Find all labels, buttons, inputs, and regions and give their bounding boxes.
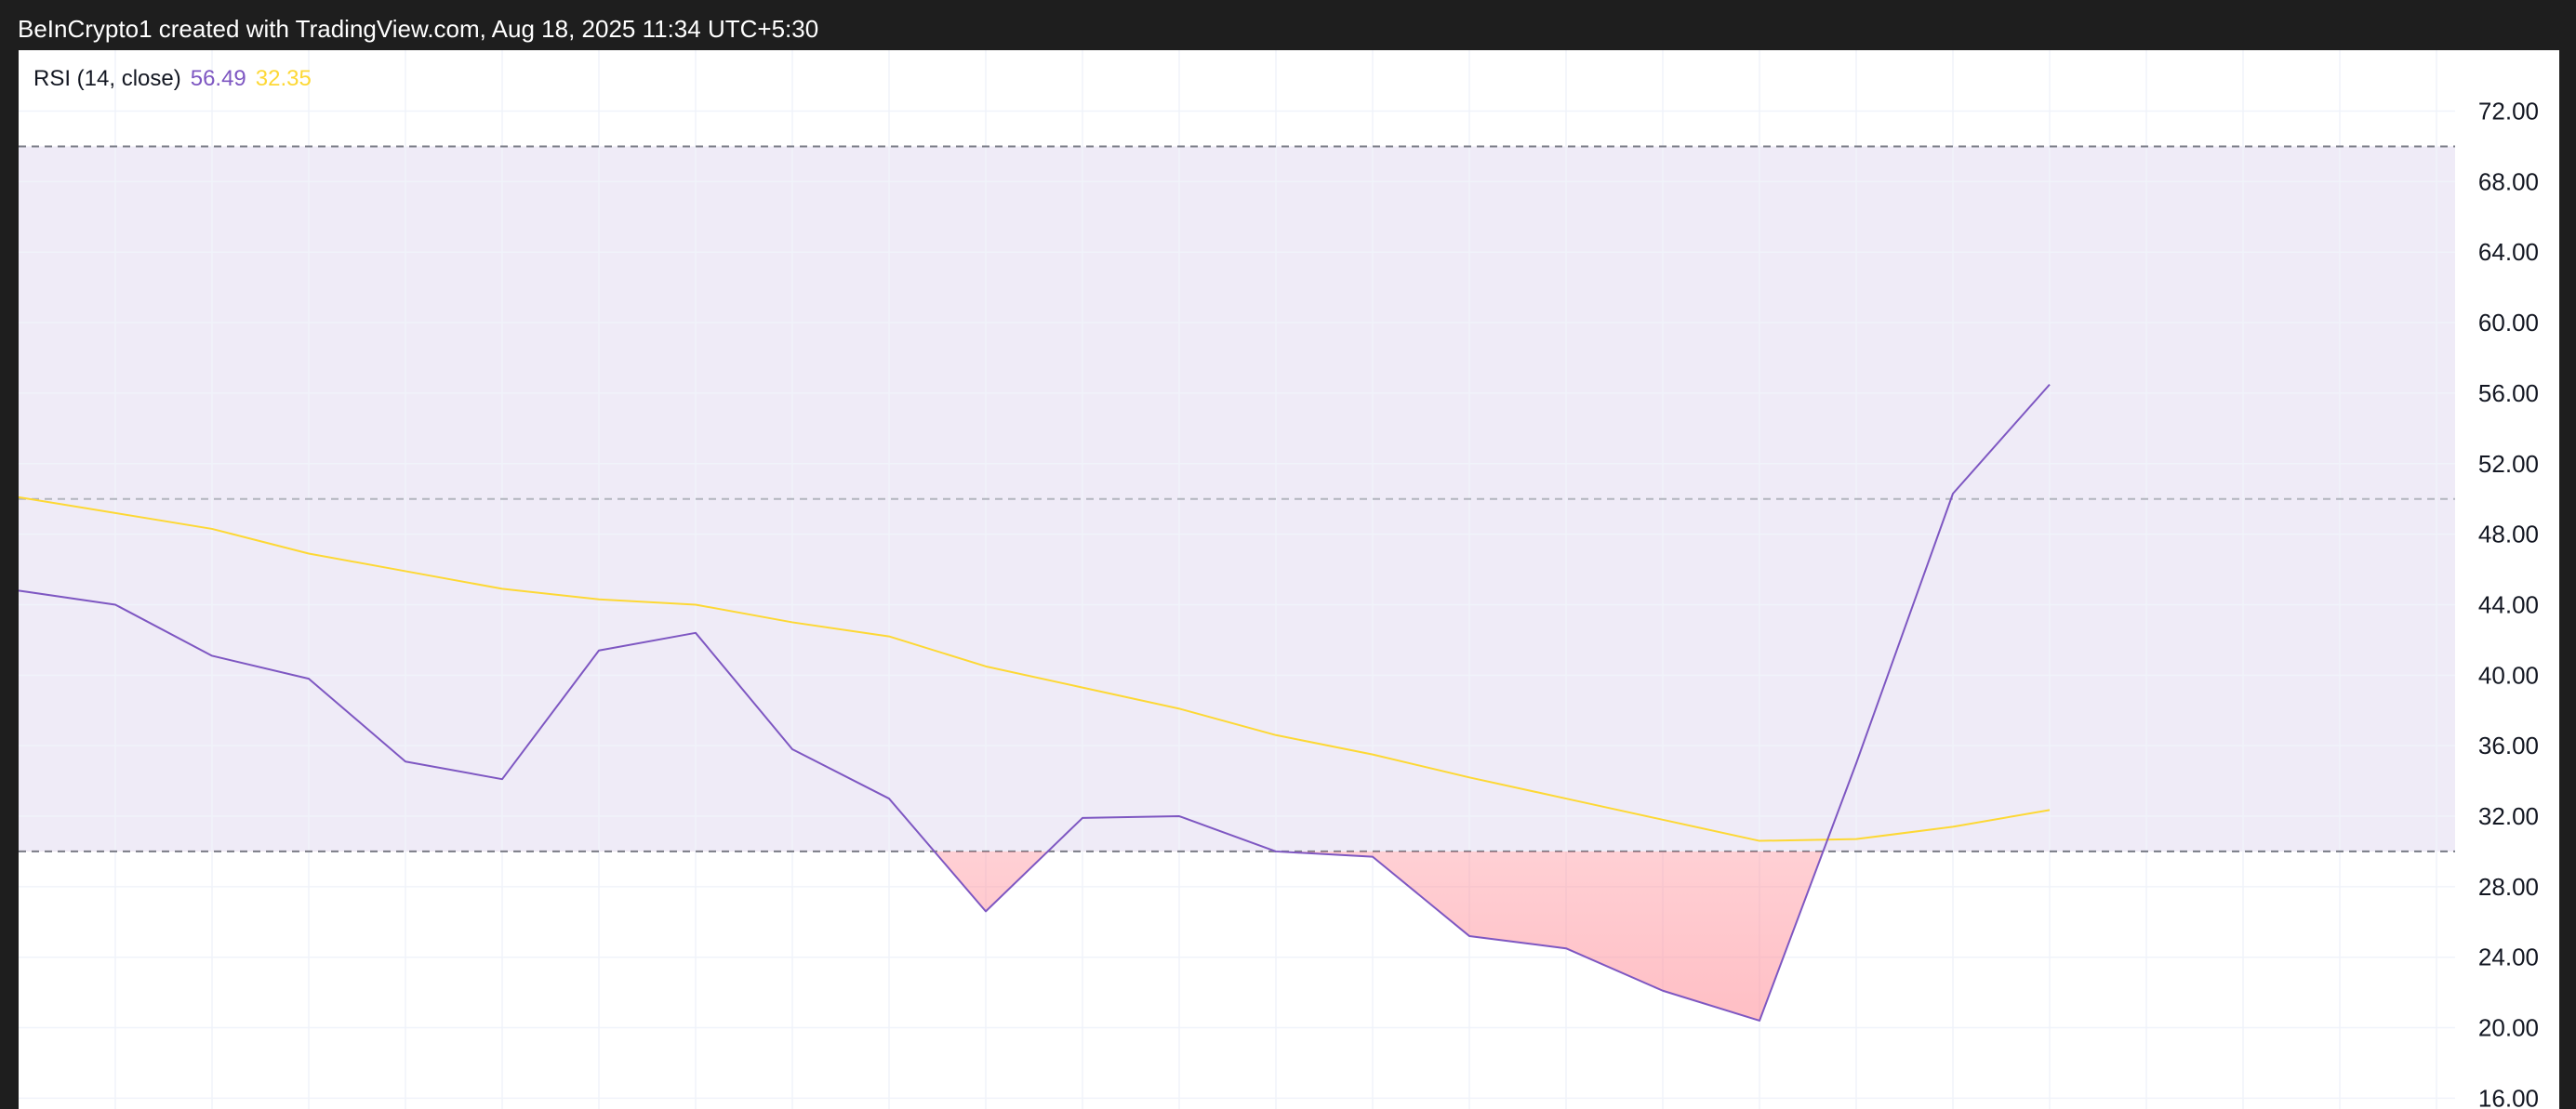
attribution-text: BeInCrypto1 created with TradingView.com… — [18, 15, 819, 43]
y-tick-label: 76.00 — [2478, 50, 2539, 55]
y-tick-label: 60.00 — [2478, 309, 2539, 337]
ma-point — [209, 526, 215, 532]
ma-point — [1660, 817, 1666, 823]
ma-value-label: 32.35 — [255, 66, 312, 91]
y-tick-label: 40.00 — [2478, 661, 2539, 689]
rsi-point — [790, 746, 795, 752]
rsi-point — [1563, 945, 1569, 951]
rsi-point — [2047, 382, 2052, 388]
ma-point — [499, 586, 505, 591]
ma-point — [1467, 774, 1472, 780]
ma-point — [403, 568, 408, 574]
y-tick-label: 28.00 — [2478, 873, 2539, 901]
y-tick-label: 32.00 — [2478, 802, 2539, 830]
ma-point — [2047, 807, 2052, 812]
rsi-point — [1950, 491, 1956, 496]
rsi-point — [209, 653, 215, 658]
rsi-chart-panel[interactable]: 16.00 20.00 24.00 28.00 32.00 36.00 40.00 44.00… — [19, 50, 2576, 1109]
y-tick-label: 20.00 — [2478, 1014, 2539, 1042]
y-tick-label: 16.00 — [2478, 1084, 2539, 1109]
rsi-point — [1853, 760, 1859, 766]
rsi-point — [1467, 933, 1472, 939]
ma-point — [1950, 824, 1956, 829]
y-tick-label: 68.00 — [2478, 167, 2539, 195]
rsi-chart[interactable]: 16.00 20.00 24.00 28.00 32.00 36.00 40.00 44.00… — [19, 50, 2576, 1109]
ma-point — [693, 601, 698, 607]
legend: RSI (14, close) 56.49 32.35 — [33, 65, 312, 93]
y-tick-label: 24.00 — [2478, 944, 2539, 971]
ma-point — [1853, 837, 1859, 842]
indicator-label: RSI (14, close) — [33, 66, 181, 91]
ma-point — [113, 510, 118, 516]
y-tick-label: 48.00 — [2478, 521, 2539, 548]
ma-point — [886, 634, 892, 640]
rsi-point — [596, 648, 602, 654]
ma-point — [1080, 685, 1085, 691]
rsi-point — [1660, 988, 1666, 994]
rsi-point — [1080, 815, 1085, 821]
rsi-value-label: 56.49 — [190, 66, 246, 91]
rsi-point — [693, 630, 698, 636]
ma-point — [1563, 796, 1569, 801]
y-tick-label: 72.00 — [2478, 98, 2539, 125]
rsi-point — [1273, 849, 1279, 854]
ma-point — [1273, 733, 1279, 738]
rsi-point — [499, 776, 505, 782]
frame-right-border — [2559, 50, 2576, 1109]
rsi-point — [983, 908, 989, 914]
y-tick-label: 64.00 — [2478, 238, 2539, 266]
ma-point — [790, 619, 795, 625]
rsi-point — [113, 601, 118, 607]
header-bar: BeInCrypto1 created with TradingView.com… — [0, 0, 2576, 50]
rsi-point — [1757, 1018, 1762, 1023]
y-tick-label: 36.00 — [2478, 732, 2539, 759]
y-tick-label: 44.00 — [2478, 590, 2539, 618]
ma-point — [306, 550, 312, 556]
rsi-point — [886, 796, 892, 801]
ma-point — [983, 664, 989, 669]
rsi-point — [403, 759, 408, 764]
y-tick-label: 56.00 — [2478, 379, 2539, 407]
ma-point — [1757, 838, 1762, 844]
rsi-point — [1370, 854, 1375, 860]
ma-point — [1176, 706, 1182, 711]
ma-point — [1370, 752, 1375, 758]
rsi-point — [1176, 813, 1182, 819]
y-tick-label: 52.00 — [2478, 450, 2539, 478]
ma-point — [596, 597, 602, 602]
rsi-point — [306, 676, 312, 681]
